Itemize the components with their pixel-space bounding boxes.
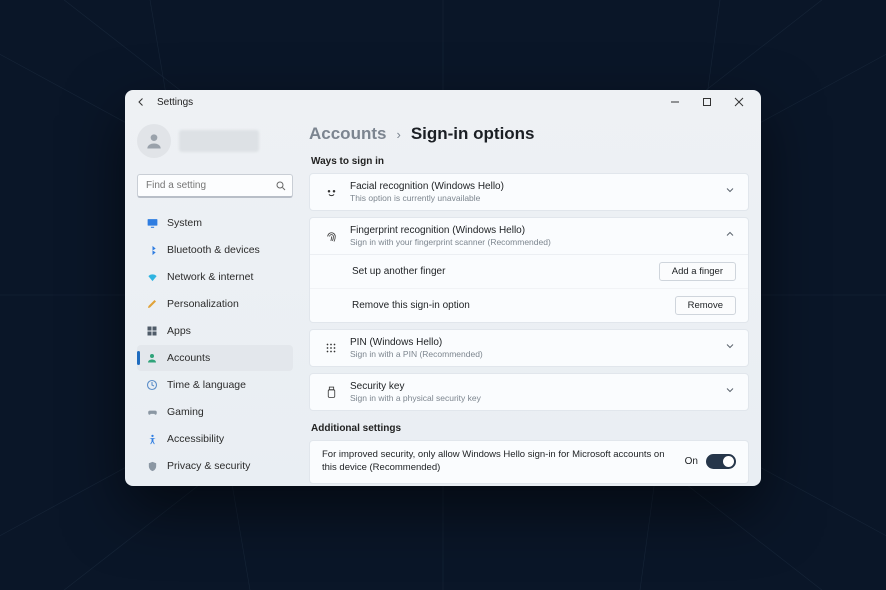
sidebar-item-label: Bluetooth & devices	[167, 244, 260, 256]
sidebar-item-label: Personalization	[167, 298, 239, 310]
sidebar-item-personalization[interactable]: Personalization	[137, 291, 293, 317]
sidebar-item-accounts[interactable]: Accounts	[137, 345, 293, 371]
sidebar-item-time-language[interactable]: Time & language	[137, 372, 293, 398]
option-title: Facial recognition (Windows Hello)	[350, 181, 714, 192]
face-icon	[322, 185, 340, 200]
fingerprint-header-row[interactable]: Fingerprint recognition (Windows Hello) …	[310, 218, 748, 254]
toggle-state-label: On	[685, 456, 698, 467]
sidebar-item-label: Apps	[167, 325, 191, 337]
signin-option-security-key[interactable]: Security key Sign in with a physical sec…	[309, 373, 749, 411]
search-input[interactable]	[137, 174, 293, 198]
shield-icon	[145, 460, 159, 473]
toggle-hello-only[interactable]	[706, 454, 736, 469]
option-subtitle: This option is currently unavailable	[350, 193, 714, 203]
wifi-icon	[145, 272, 159, 283]
avatar	[137, 124, 171, 158]
section-heading-ways: Ways to sign in	[311, 156, 749, 167]
sidebar-item-windows-update[interactable]: Windows Update	[137, 480, 293, 486]
remove-button[interactable]: Remove	[675, 296, 736, 315]
sidebar-item-network[interactable]: Network & internet	[137, 264, 293, 290]
chevron-up-icon	[724, 227, 736, 245]
profile-name-redacted	[179, 130, 259, 152]
option-subtitle: Sign in with a physical security key	[350, 393, 714, 403]
sidebar-item-label: Gaming	[167, 406, 204, 418]
minimize-button[interactable]	[659, 90, 691, 114]
nav-list: System Bluetooth & devices Network & int…	[137, 210, 293, 486]
subrow-label: Set up another finger	[352, 266, 445, 277]
person-icon	[144, 131, 164, 151]
signin-option-fingerprint: Fingerprint recognition (Windows Hello) …	[309, 217, 749, 323]
sidebar-item-label: Accessibility	[167, 433, 224, 445]
sidebar-item-accessibility[interactable]: Accessibility	[137, 426, 293, 452]
sidebar-item-gaming[interactable]: Gaming	[137, 399, 293, 425]
monitor-icon	[145, 217, 159, 230]
option-subtitle: Sign in with a PIN (Recommended)	[350, 349, 714, 359]
sidebar-item-apps[interactable]: Apps	[137, 318, 293, 344]
breadcrumb-parent[interactable]: Accounts	[309, 124, 386, 144]
search-box[interactable]	[137, 174, 293, 198]
chevron-down-icon	[724, 339, 736, 357]
sidebar-item-bluetooth[interactable]: Bluetooth & devices	[137, 237, 293, 263]
maximize-button[interactable]	[691, 90, 723, 114]
accessibility-icon	[145, 433, 159, 446]
setting-hello-only: For improved security, only allow Window…	[309, 440, 749, 484]
titlebar: Settings	[125, 90, 761, 114]
settings-window: Settings	[125, 90, 761, 486]
chevron-down-icon	[724, 183, 736, 201]
close-button[interactable]	[723, 90, 755, 114]
option-title: Security key	[350, 381, 714, 392]
fingerprint-icon	[322, 229, 340, 244]
sidebar-item-system[interactable]: System	[137, 210, 293, 236]
apps-icon	[145, 325, 159, 337]
fingerprint-remove-row: Remove this sign-in option Remove	[310, 288, 748, 322]
sidebar-item-label: System	[167, 217, 202, 229]
fingerprint-add-row: Set up another finger Add a finger	[310, 255, 748, 288]
signin-option-facial[interactable]: Facial recognition (Windows Hello) This …	[309, 173, 749, 211]
subrow-label: Remove this sign-in option	[352, 300, 470, 311]
clock-globe-icon	[145, 379, 159, 391]
option-title: PIN (Windows Hello)	[350, 337, 714, 348]
option-title: Fingerprint recognition (Windows Hello)	[350, 225, 714, 236]
sidebar-item-label: Network & internet	[167, 271, 253, 283]
sidebar-item-privacy[interactable]: Privacy & security	[137, 453, 293, 479]
person-icon	[145, 352, 159, 364]
keypad-icon	[322, 341, 340, 355]
back-button[interactable]	[135, 96, 147, 108]
option-subtitle: Sign in with your fingerprint scanner (R…	[350, 237, 714, 247]
sidebar: System Bluetooth & devices Network & int…	[125, 114, 305, 486]
main-content: Accounts › Sign-in options Ways to sign …	[305, 114, 761, 486]
sidebar-item-label: Time & language	[167, 379, 246, 391]
sidebar-item-label: Accounts	[167, 352, 210, 364]
add-finger-button[interactable]: Add a finger	[659, 262, 736, 281]
usb-key-icon	[322, 385, 340, 400]
window-title: Settings	[157, 97, 193, 108]
profile-block[interactable]	[137, 120, 293, 164]
chevron-right-icon: ›	[396, 127, 400, 142]
search-icon	[275, 179, 287, 197]
chevron-down-icon	[724, 383, 736, 401]
paintbrush-icon	[145, 298, 159, 310]
bluetooth-icon	[145, 244, 159, 257]
section-heading-additional: Additional settings	[311, 423, 749, 434]
setting-description: For improved security, only allow Window…	[322, 449, 673, 475]
signin-option-pin[interactable]: PIN (Windows Hello) Sign in with a PIN (…	[309, 329, 749, 367]
sidebar-item-label: Privacy & security	[167, 460, 250, 472]
page-title: Sign-in options	[411, 124, 535, 144]
game-controller-icon	[145, 407, 159, 418]
breadcrumb: Accounts › Sign-in options	[309, 124, 749, 144]
